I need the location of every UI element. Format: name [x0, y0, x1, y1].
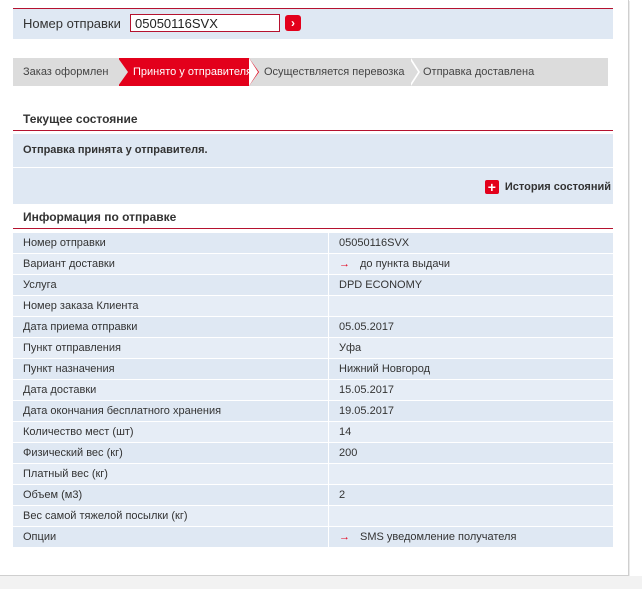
table-row: Дата доставки 15.05.2017 — [13, 379, 613, 401]
table-row: Номер отправки 05050116SVX — [13, 233, 613, 254]
row-value-text: 14 — [339, 426, 352, 438]
step-accepted: Принято у отправителя — [118, 58, 259, 86]
row-value-text: 05.05.2017 — [339, 321, 395, 333]
info-table: Номер отправки 05050116SVX Вариант доставк… — [13, 233, 613, 548]
progress-steps: Заказ оформлен Принято у отправителя Осу… — [13, 58, 608, 86]
row-label: Услуга — [13, 274, 329, 296]
row-value — [328, 295, 613, 317]
table-row: Услуга DPD ECONOMY — [13, 274, 613, 296]
row-label: Объем (м3) — [13, 484, 329, 506]
row-value: → до пункта выдачи — [328, 253, 613, 275]
arrow-right-icon: → — [339, 258, 350, 270]
row-value — [328, 463, 613, 485]
table-row: Дата приема отправки 05.05.2017 — [13, 316, 613, 338]
table-row: Платный вес (кг) — [13, 463, 613, 485]
row-value: 2 — [328, 484, 613, 506]
row-label: Пункт отправления — [13, 337, 329, 359]
row-label: Пункт назначения — [13, 358, 329, 380]
row-label: Дата окончания бесплатного хранения — [13, 400, 329, 422]
table-row: Объем (м3) 2 — [13, 484, 613, 506]
current-state-title: Текущее состояние — [13, 107, 613, 131]
row-value-text: Уфа — [339, 342, 362, 354]
table-row: Вес самой тяжелой посылки (кг) — [13, 505, 613, 527]
row-value: DPD ECONOMY — [328, 274, 613, 296]
row-label: Дата приема отправки — [13, 316, 329, 338]
info-title: Информация по отправке — [13, 205, 613, 229]
chevron-right-icon: › — [291, 16, 295, 30]
row-label: Количество мест (шт) — [13, 421, 329, 443]
row-value-text: до пункта выдачи — [360, 258, 451, 270]
row-label: Дата доставки — [13, 379, 329, 401]
row-value: 19.05.2017 — [328, 400, 613, 422]
search-bar: Номер отправки › — [13, 8, 613, 39]
tracking-panel: Номер отправки › Заказ оформлен Принято … — [0, 0, 629, 576]
step-delivered: Отправка доставлена — [423, 66, 535, 78]
history-row: + История состояний — [13, 168, 613, 204]
table-row: Физический вес (кг) 200 — [13, 442, 613, 464]
table-row: Пункт отправления Уфа — [13, 337, 613, 359]
row-value-text: 05050116SVX — [339, 237, 410, 249]
table-row: Опции → SMS уведомление получателя — [13, 526, 613, 548]
history-link[interactable]: + История состояний — [484, 180, 611, 194]
search-submit-button[interactable]: › — [285, 15, 301, 31]
table-row: Номер заказа Клиента — [13, 295, 613, 317]
row-label: Номер отправки — [13, 233, 329, 254]
tracking-number-input[interactable] — [130, 14, 280, 32]
row-value: 15.05.2017 — [328, 379, 613, 401]
row-value-text: Нижний Новгород — [339, 363, 431, 375]
row-value: 05050116SVX — [328, 233, 613, 254]
row-label: Вариант доставки — [13, 253, 329, 275]
row-label: Номер заказа Клиента — [13, 295, 329, 317]
row-label: Опции — [13, 526, 329, 548]
arrow-right-icon: → — [339, 531, 350, 543]
row-value: 05.05.2017 — [328, 316, 613, 338]
row-label: Физический вес (кг) — [13, 442, 329, 464]
plus-icon: + — [484, 180, 499, 194]
current-status: Отправка принята у отправителя. — [13, 134, 613, 167]
row-value: → SMS уведомление получателя — [328, 526, 613, 548]
step-separator — [249, 58, 258, 86]
table-row: Пункт назначения Нижний Новгород — [13, 358, 613, 380]
table-row: Вариант доставки → до пункта выдачи — [13, 253, 613, 275]
row-value-text: 200 — [339, 447, 358, 459]
row-value: 14 — [328, 421, 613, 443]
row-value-text: 15.05.2017 — [339, 384, 395, 396]
history-label: История состояний — [504, 180, 611, 193]
step-accepted-label: Принято у отправителя — [133, 66, 252, 78]
row-value: Нижний Новгород — [328, 358, 613, 380]
search-label: Номер отправки — [23, 16, 121, 31]
step-order-created: Заказ оформлен — [13, 58, 119, 86]
row-label: Вес самой тяжелой посылки (кг) — [13, 505, 329, 527]
step-in-transit: Осуществляется перевозка — [264, 66, 405, 78]
row-label: Платный вес (кг) — [13, 463, 329, 485]
row-value-text: 2 — [339, 489, 346, 501]
row-value: 200 — [328, 442, 613, 464]
row-value: Уфа — [328, 337, 613, 359]
row-value — [328, 505, 613, 527]
table-row: Дата окончания бесплатного хранения 19.05… — [13, 400, 613, 422]
row-value-text: 19.05.2017 — [339, 405, 395, 417]
bottom-strip — [0, 576, 642, 589]
row-value-text: DPD ECONOMY — [339, 279, 423, 291]
step-separator-inner — [409, 58, 418, 86]
row-value-text: SMS уведомление получателя — [360, 531, 517, 543]
table-row: Количество мест (шт) 14 — [13, 421, 613, 443]
